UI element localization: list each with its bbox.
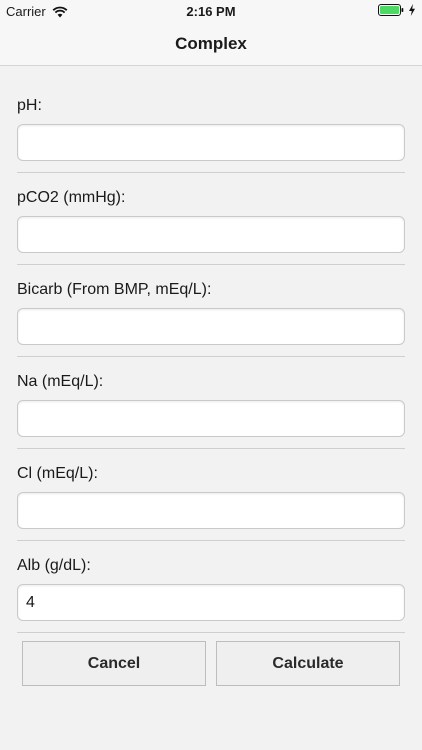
alb-label: Alb (g/dL):	[17, 557, 91, 574]
field-ph: pH:	[17, 96, 405, 161]
cl-input[interactable]	[17, 492, 405, 529]
page-title: Complex	[175, 34, 247, 53]
divider	[17, 172, 405, 173]
field-cl: Cl (mEq/L):	[17, 464, 405, 529]
divider	[17, 356, 405, 357]
cancel-button[interactable]: Cancel	[22, 641, 206, 686]
bicarb-label: Bicarb (From BMP, mEq/L):	[17, 281, 212, 298]
alb-input[interactable]	[17, 584, 405, 621]
divider	[17, 632, 405, 633]
cl-label: Cl (mEq/L):	[17, 465, 98, 482]
field-alb: Alb (g/dL):	[17, 556, 405, 621]
na-input[interactable]	[17, 400, 405, 437]
battery-icon	[378, 4, 404, 16]
na-label: Na (mEq/L):	[17, 373, 104, 390]
divider	[17, 448, 405, 449]
nav-bar: Complex	[0, 22, 422, 66]
field-pco2: pCO2 (mmHg):	[17, 188, 405, 253]
bicarb-input[interactable]	[17, 308, 405, 345]
status-time: 2:16 PM	[186, 4, 236, 19]
field-bicarb: Bicarb (From BMP, mEq/L):	[17, 280, 405, 345]
divider	[17, 264, 405, 265]
charging-bolt-icon	[409, 4, 415, 16]
ph-label: pH:	[17, 97, 42, 114]
pco2-label: pCO2 (mmHg):	[17, 189, 126, 206]
ph-input[interactable]	[17, 124, 405, 161]
status-bar: Carrier 2:16 PM	[0, 0, 422, 22]
calculator-form: pH: pCO2 (mmHg): Bicarb (From BMP, mEq/L…	[0, 66, 422, 750]
calculate-button[interactable]: Calculate	[216, 641, 400, 686]
pco2-input[interactable]	[17, 216, 405, 253]
field-na: Na (mEq/L):	[17, 372, 405, 437]
divider	[17, 540, 405, 541]
status-right	[378, 4, 416, 16]
